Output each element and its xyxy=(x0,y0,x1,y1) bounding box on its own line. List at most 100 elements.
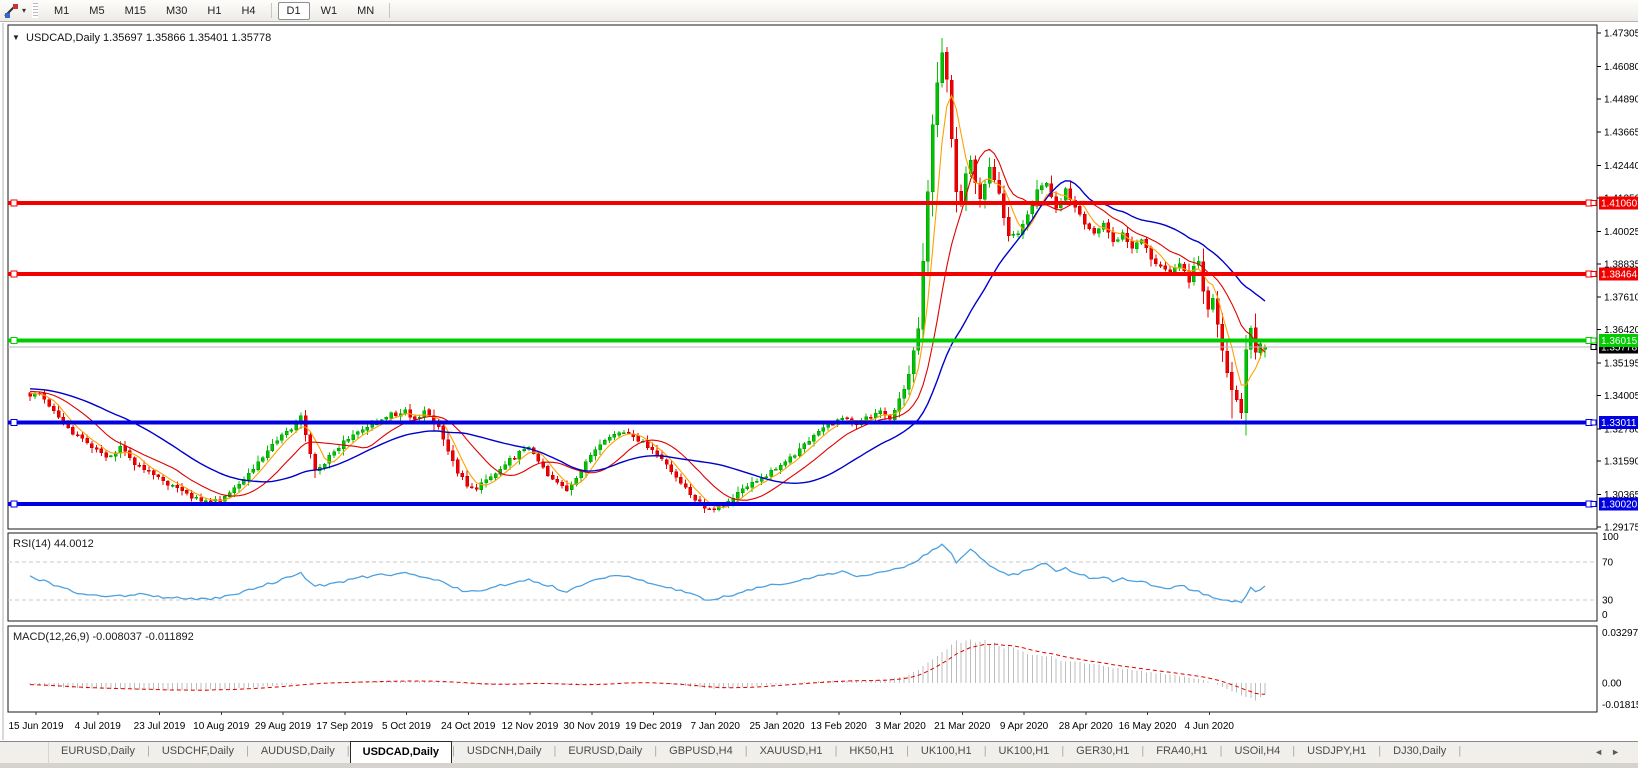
date-tick-label: 10 Aug 2019 xyxy=(193,721,250,732)
date-tick-label: 13 Feb 2020 xyxy=(811,721,868,732)
hline-price-label: 1.36015 xyxy=(1590,334,1638,348)
date-tick-label: 23 Jul 2019 xyxy=(134,721,186,732)
hline-price-label: 1.33011 xyxy=(1590,415,1638,429)
window-bottom-strip xyxy=(0,763,1638,768)
price-tick-label: 1.46080 xyxy=(1604,62,1638,73)
tab-scroll-left-icon[interactable]: ◄ xyxy=(1594,747,1611,757)
timeframe-button-mn[interactable]: MN xyxy=(348,2,383,20)
date-tick-label: 4 Jul 2019 xyxy=(75,721,122,732)
date-tick-label: 17 Sep 2019 xyxy=(316,721,373,732)
timeframe-button-m15[interactable]: M15 xyxy=(116,2,155,20)
price-tick-label: 1.37610 xyxy=(1604,293,1638,304)
date-tick-label: 7 Jan 2020 xyxy=(691,721,741,732)
price-tick-label: 1.31590 xyxy=(1604,457,1638,468)
chart-tab-audusd-daily[interactable]: AUDUSD,Daily xyxy=(249,742,347,764)
chart-tab-uk100-h1[interactable]: UK100,H1 xyxy=(909,742,984,764)
date-tick-label: 30 Nov 2019 xyxy=(563,721,620,732)
chart-tab-usdcnh-daily[interactable]: USDCNH,Daily xyxy=(455,742,554,764)
date-tick-label: 15 Jun 2019 xyxy=(8,721,63,732)
date-tick-label: 16 May 2020 xyxy=(1119,721,1177,732)
dropdown-triangle-icon[interactable]: ▼ xyxy=(12,33,20,42)
price-tick-label: 1.47305 xyxy=(1604,29,1638,40)
macd-axis-label: 0.00 xyxy=(1602,679,1622,690)
svg-text:1.38464: 1.38464 xyxy=(1601,269,1638,280)
price-axis[interactable]: 1.473051.460801.448901.436651.424401.412… xyxy=(1597,29,1638,534)
hline-price-label: 1.38464 xyxy=(1590,267,1638,281)
timeframe-button-m30[interactable]: M30 xyxy=(157,2,196,20)
macd-axis-label: -0.01815 xyxy=(1602,700,1638,711)
date-tick-label: 21 Mar 2020 xyxy=(934,721,991,732)
pane-frames xyxy=(2,23,1598,740)
timeframe-button-h1[interactable]: H1 xyxy=(198,2,230,20)
chart-tab-ger30-h1[interactable]: GER30,H1 xyxy=(1064,742,1141,764)
hline-price-label: 1.30020 xyxy=(1590,497,1638,511)
svg-text:1.33011: 1.33011 xyxy=(1601,418,1637,429)
date-tick-label: 24 Oct 2019 xyxy=(441,721,496,732)
toolbar-drag-grip[interactable] xyxy=(32,3,39,18)
chart-tab-uk100-h1[interactable]: UK100,H1 xyxy=(987,742,1062,764)
chart-tab-usdchf-daily[interactable]: USDCHF,Daily xyxy=(150,742,246,764)
chart-tab-xauusd-h1[interactable]: XAUUSD,H1 xyxy=(748,742,835,764)
price-tick-label: 1.40025 xyxy=(1604,227,1638,238)
rsi-label: RSI(14) 44.0012 xyxy=(13,538,94,550)
svg-text:1.41060: 1.41060 xyxy=(1601,199,1638,210)
price-tick-label: 1.35195 xyxy=(1604,358,1638,369)
chart-tab-dj30-daily[interactable]: DJ30,Daily xyxy=(1381,742,1458,764)
price-tick-label: 1.44890 xyxy=(1604,94,1638,105)
chart-tools-icon[interactable] xyxy=(3,3,21,19)
date-tick-label: 19 Dec 2019 xyxy=(625,721,682,732)
tab-separator: | xyxy=(1458,745,1462,757)
chart-tab-gbpusd-h4[interactable]: GBPUSD,H4 xyxy=(657,742,745,764)
macd-pane[interactable] xyxy=(7,625,1598,713)
timeframe-button-h4[interactable]: H4 xyxy=(232,2,264,20)
rsi-pane[interactable] xyxy=(7,532,1598,622)
rsi-axis-label: 100 xyxy=(1602,532,1619,543)
timeframe-button-m1[interactable]: M1 xyxy=(45,2,78,20)
timeframe-button-d1[interactable]: D1 xyxy=(277,1,310,20)
separator-rsi-macd[interactable] xyxy=(8,621,1597,626)
tab-scroll-right-icon[interactable]: ► xyxy=(1611,747,1628,757)
price-tick-label: 1.34005 xyxy=(1604,391,1638,402)
date-tick-label: 12 Nov 2019 xyxy=(502,721,559,732)
timeframe-button-w1[interactable]: W1 xyxy=(312,2,347,20)
hline-handle[interactable] xyxy=(10,270,18,278)
chart-tab-hk50-h1[interactable]: HK50,H1 xyxy=(837,742,906,764)
chart-tab-usoil-h4[interactable]: USOil,H4 xyxy=(1222,742,1292,764)
chart-tab-usdcad-daily[interactable]: USDCAD,Daily xyxy=(349,741,453,764)
chart-title: ▼ USDCAD,Daily 1.35697 1.35866 1.35401 1.… xyxy=(12,32,271,44)
date-tick-label: 28 Apr 2020 xyxy=(1059,721,1113,732)
timeframe-button-m5[interactable]: M5 xyxy=(80,2,113,20)
main-price-pane[interactable] xyxy=(7,24,1598,530)
hline-handle[interactable] xyxy=(10,418,18,426)
tabbar-left-edge xyxy=(0,742,49,764)
date-tick-label: 9 Apr 2020 xyxy=(1000,721,1049,732)
macd-axis-label: 0.032972 xyxy=(1602,628,1638,639)
separator-price-rsi[interactable] xyxy=(8,529,1597,534)
date-tick-label: 25 Jan 2020 xyxy=(749,721,804,732)
price-tick-label: 1.42440 xyxy=(1604,161,1638,172)
hline-handle[interactable] xyxy=(10,337,18,345)
svg-text:1.36015: 1.36015 xyxy=(1601,336,1638,347)
hline-price-label: 1.41060 xyxy=(1590,196,1638,210)
date-tick-label: 29 Aug 2019 xyxy=(255,721,312,732)
hline-handle[interactable] xyxy=(10,500,18,508)
chart-tab-eurusd-daily[interactable]: EURUSD,Daily xyxy=(49,742,147,764)
toolbar-separator xyxy=(389,3,391,18)
hline-handle[interactable] xyxy=(10,199,18,207)
chart-tab-usdjpy-h1[interactable]: USDJPY,H1 xyxy=(1295,742,1378,764)
rsi-axis-label: 70 xyxy=(1602,558,1614,569)
mt4-terminal-window: { "icons": { "dropdown_triangle": "▼", "… xyxy=(0,0,1638,768)
price-tick-label: 1.43665 xyxy=(1604,128,1638,139)
chart-tab-fra40-h1[interactable]: FRA40,H1 xyxy=(1144,742,1219,764)
chevron-down-icon[interactable]: ▾ xyxy=(22,6,26,15)
date-tick-label: 3 Mar 2020 xyxy=(875,721,926,732)
svg-text:1.30020: 1.30020 xyxy=(1601,499,1638,510)
date-tick-label: 4 Jun 2020 xyxy=(1185,721,1235,732)
chart-canvas[interactable]: 1.473051.460801.448901.436651.424401.412… xyxy=(0,0,1638,768)
chart-tab-eurusd-daily[interactable]: EURUSD,Daily xyxy=(556,742,654,764)
macd-label: MACD(12,26,9) -0.008037 -0.011892 xyxy=(13,631,194,643)
date-axis[interactable]: 15 Jun 2019 4 Jul 2019 23 Jul 2019 10 Aug 2… xyxy=(8,712,1234,732)
date-tick-label: 5 Oct 2019 xyxy=(382,721,431,732)
toolbar-separator xyxy=(270,3,272,18)
symbol-title: USDCAD,Daily 1.35697 1.35866 1.35401 1.3… xyxy=(26,32,271,44)
